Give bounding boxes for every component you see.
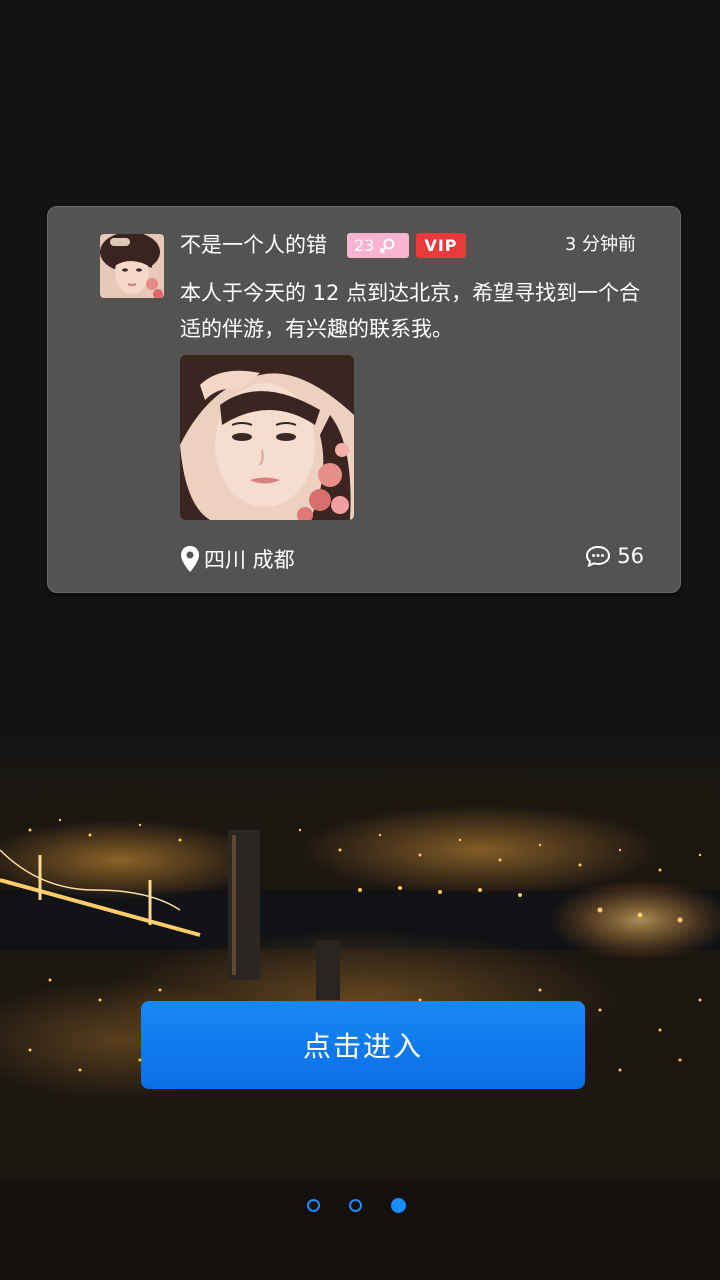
age-value: 23 — [354, 236, 375, 255]
comments[interactable]: 56 — [585, 544, 644, 568]
enter-button[interactable]: 点击进入 — [141, 1001, 585, 1089]
page-dot-1[interactable] — [307, 1199, 320, 1212]
female-icon — [380, 238, 395, 253]
location-text: 四川 成都 — [204, 548, 295, 572]
age-badge: 23 — [347, 233, 409, 258]
location-pin-icon — [181, 546, 199, 572]
username[interactable]: 不是一个人的错 — [180, 230, 327, 260]
post-photo[interactable] — [180, 355, 354, 520]
avatar[interactable] — [100, 234, 164, 298]
page-dot-3-active[interactable] — [391, 1198, 406, 1213]
post-card[interactable]: 不是一个人的错 23 VIP 3 分钟前 本人于今天的 12 点到达北京，希望寻… — [47, 206, 681, 593]
location: 四川 成都 — [180, 544, 295, 574]
comment-bubble-icon — [586, 545, 611, 567]
comment-count: 56 — [617, 544, 644, 568]
vip-badge: VIP — [416, 233, 466, 258]
post-time: 3 分钟前 — [564, 234, 636, 255]
post-content: 本人于今天的 12 点到达北京，希望寻找到一个合适的伴游，有兴趣的联系我。 — [180, 281, 641, 341]
page-dot-2[interactable] — [349, 1199, 362, 1212]
splash-screen: 不是一个人的错 23 VIP 3 分钟前 本人于今天的 12 点到达北京，希望寻… — [0, 0, 720, 1280]
page-indicator — [307, 1198, 406, 1213]
